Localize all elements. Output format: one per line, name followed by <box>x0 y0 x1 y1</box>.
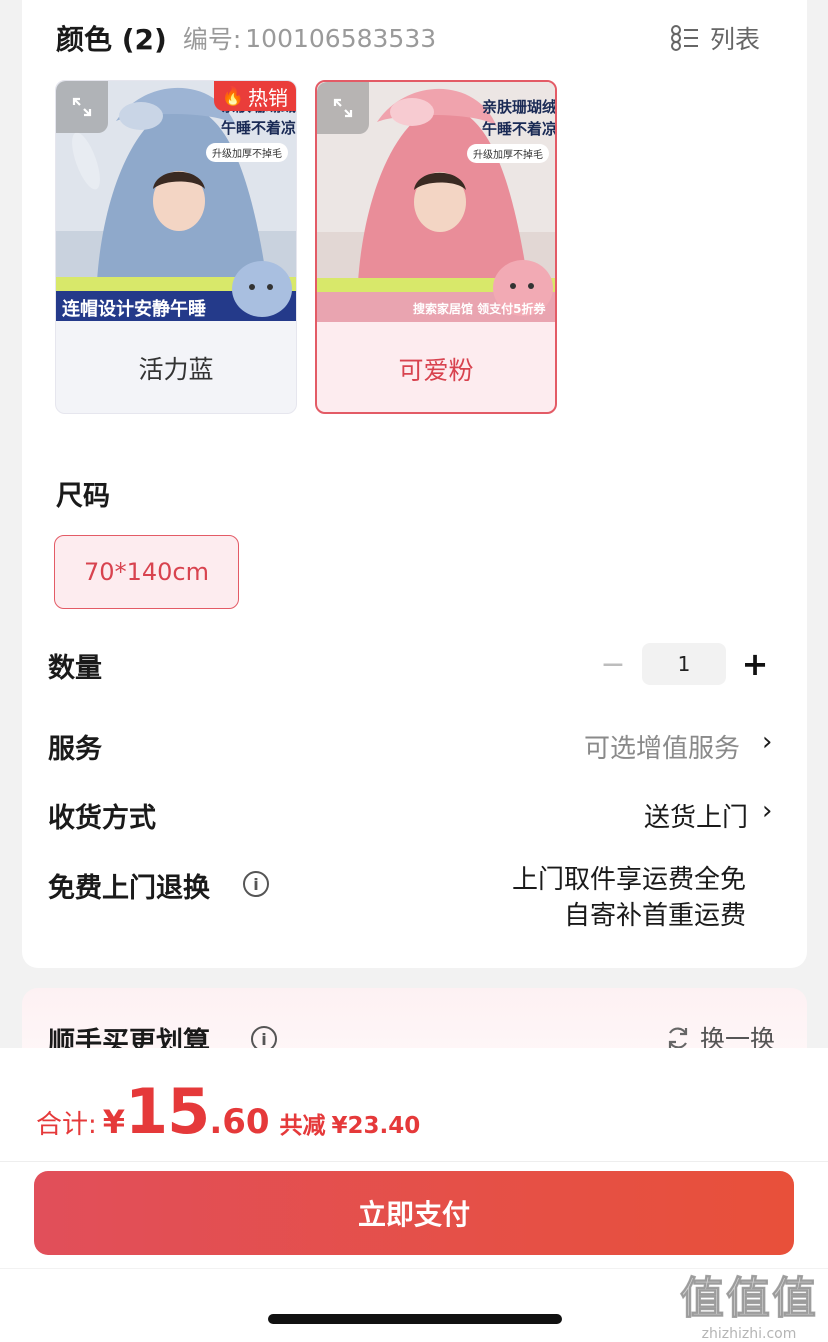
product-code-label: 编号: <box>182 25 242 54</box>
thumbnail-tag: 升级加厚不掉毛 <box>206 143 288 162</box>
quantity-decrease-button[interactable]: − <box>596 643 630 685</box>
service-label: 服务 <box>48 734 102 765</box>
color-option-label: 可爱粉 <box>398 356 474 385</box>
hot-sale-label: 热销 <box>248 85 288 110</box>
thumbnail-headline-line2: 午睡不着凉 <box>220 119 296 137</box>
color-section-title: 颜色 (2) <box>56 23 167 56</box>
list-view-toggle[interactable]: 列表 <box>670 18 760 58</box>
size-option[interactable]: 70*140cm <box>54 535 239 609</box>
color-option-label: 活力蓝 <box>138 355 214 384</box>
thumbnail-headline: 亲肤珊瑚绒 午睡不着凉 <box>467 96 555 140</box>
list-icon <box>671 25 698 51</box>
quantity-input[interactable]: 1 <box>642 643 726 685</box>
expand-icon <box>72 97 92 117</box>
thumbnail-banner: 连帽设计安静午睡 <box>62 299 206 320</box>
currency-symbol: ¥ <box>102 1103 126 1141</box>
thumbnail-banner: 搜索家居馆 领支付5折券 <box>413 302 546 316</box>
free-return-line1: 上门取件享运费全免 <box>511 865 746 895</box>
total-price: 合计: ¥ 15 .60 共减 ¥23.40 <box>36 1075 420 1148</box>
watermark: 值值值 zhizhizhi.com <box>678 1262 820 1342</box>
pay-now-button[interactable]: 立即支付 <box>34 1171 794 1255</box>
total-label: 合计: <box>36 1110 97 1140</box>
thumbnail-headline-line2: 午睡不着凉 <box>481 120 555 138</box>
discount-label: 共减 <box>279 1113 326 1139</box>
watermark-logo: 值值值 <box>680 1273 818 1325</box>
chevron-right-icon[interactable]: › <box>762 727 772 757</box>
color-section-header: 颜色 (2) 编号: 100106583533 <box>56 18 436 58</box>
hot-sale-badge: 🔥 热销 <box>213 81 296 111</box>
free-return-label: 免费上门退换 <box>48 873 210 904</box>
expand-icon <box>333 98 353 118</box>
delivery-value[interactable]: 送货上门 <box>644 797 748 834</box>
thumbnail-headline-line1: 亲肤珊瑚绒 <box>481 98 555 116</box>
quantity-label: 数量 <box>48 653 102 684</box>
size-section-title: 尺码 <box>56 481 110 512</box>
price-decimal: .60 <box>209 1102 270 1142</box>
delivery-label: 收货方式 <box>48 803 156 834</box>
thumbnail-tag: 升级加厚不掉毛 <box>467 144 549 163</box>
divider <box>0 1161 828 1162</box>
list-toggle-label: 列表 <box>710 25 761 54</box>
expand-image-button[interactable] <box>56 81 108 133</box>
product-code: 100106583533 <box>245 23 437 53</box>
info-icon[interactable]: i <box>243 871 269 897</box>
flame-icon: 🔥 <box>221 85 244 107</box>
discount-amount: ¥23.40 <box>331 1113 421 1139</box>
price-integer: 15 <box>125 1075 210 1148</box>
color-option-pink[interactable]: 亲肤珊瑚绒 午睡不着凉 升级加厚不掉毛 搜索家居馆 领支付5折券 可爱粉 <box>315 80 557 414</box>
chevron-right-icon[interactable]: › <box>762 796 772 826</box>
watermark-url: zhizhizhi.com <box>701 1326 797 1342</box>
color-option-blue[interactable]: 亲肤珊瑚绒 午睡不着凉 升级加厚不掉毛 连帽设计安静午睡 🔥 热销 活力蓝 <box>55 80 297 414</box>
free-return-line2: 自寄补首重运费 <box>563 901 746 931</box>
free-return-detail: 上门取件享运费全免 自寄补首重运费 <box>512 862 746 934</box>
quantity-stepper: − 1 + <box>596 643 772 685</box>
quantity-increase-button[interactable]: + <box>738 643 772 685</box>
expand-image-button[interactable] <box>317 82 369 134</box>
service-value[interactable]: 可选增值服务 <box>584 728 740 765</box>
home-indicator[interactable] <box>268 1314 562 1324</box>
